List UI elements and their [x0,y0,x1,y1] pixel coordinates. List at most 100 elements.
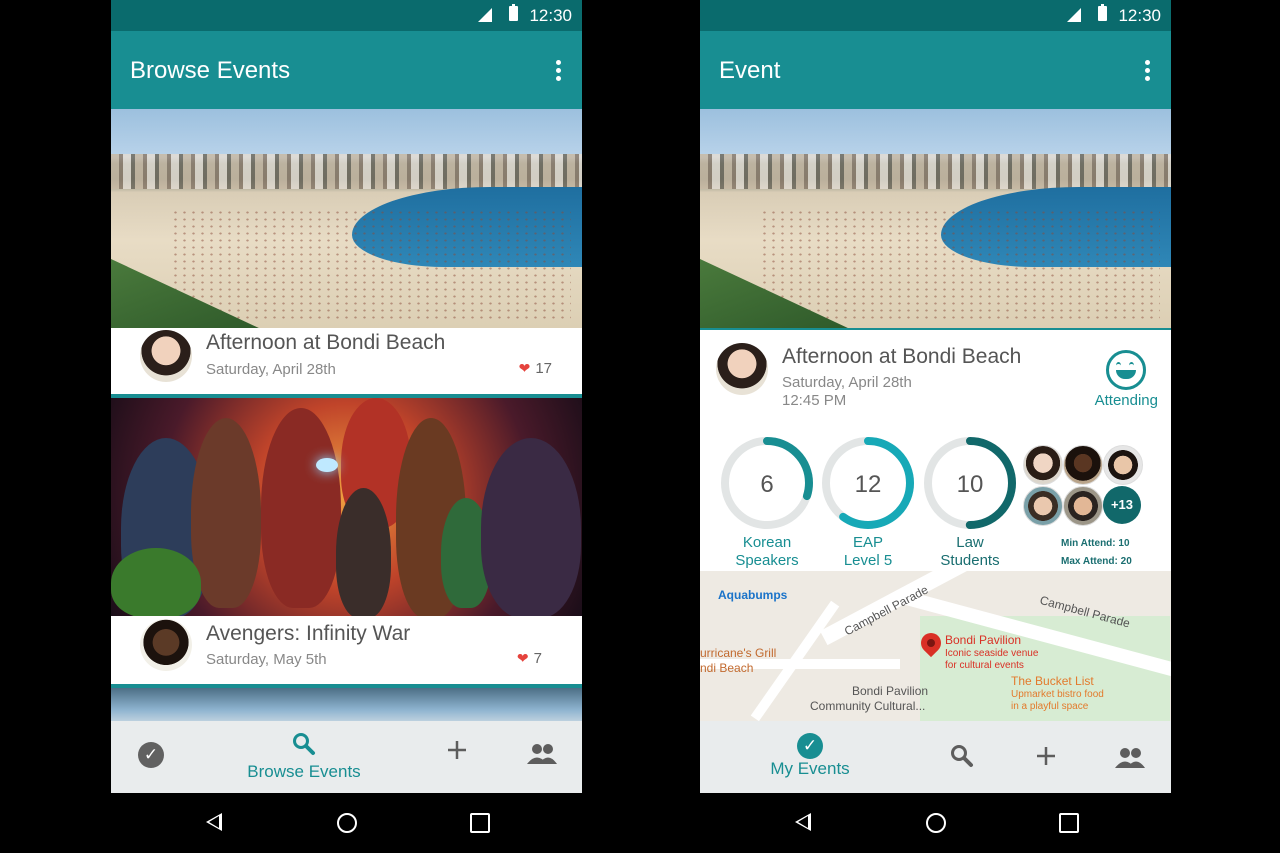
check-circle-icon: ✓ [797,733,823,759]
event-detail-screen: 12:30 Event Afternoon at Bondi Beach Sat… [700,0,1171,853]
nav-add-event[interactable] [1035,745,1057,772]
map-label: The Bucket List [1011,674,1094,688]
heart-icon: ❤ [518,360,531,376]
event-image-avengers[interactable] [111,398,582,616]
svg-text:6: 6 [760,471,773,498]
stat-label: Law Students [940,534,1000,569]
nav-people[interactable] [1115,747,1145,774]
event-date: Saturday, April 28th [206,361,336,378]
nav-browse-events[interactable] [949,743,975,774]
attendee-stats: 6 Korean Speakers 12 EAP Level 5 10 Law … [700,415,1171,572]
recent-apps-icon[interactable] [1059,813,1079,833]
avatar [1063,486,1103,526]
map-label: Upmarket bistro food [1011,689,1104,700]
avatar [1023,445,1063,485]
stat-eap-level-5[interactable]: 12 EAP Level 5 [818,435,918,570]
app-bar: Browse Events [111,31,582,109]
map-label: in a playful space [1011,701,1089,712]
like-count[interactable]: ❤ 7 [517,650,542,667]
event-date: Saturday, April 28th [782,374,912,391]
status-bar: 12:30 [111,0,582,31]
map-label: for cultural events [945,660,1024,671]
avatar[interactable] [716,343,768,395]
nav-people[interactable] [527,743,557,770]
avatar [1103,445,1143,485]
home-icon[interactable] [926,813,946,833]
event-date: Saturday, May 5th [206,651,327,668]
signal-icon [478,8,492,22]
event-image-bondi [700,109,1171,328]
bottom-navigation: ✓ My Events [700,721,1171,793]
system-navigation-bar [111,793,582,853]
stat-label: EAP Level 5 [843,534,893,569]
signal-icon [1067,8,1081,22]
more-options-icon[interactable] [1145,60,1151,82]
nav-my-events[interactable]: ✓ [138,742,164,768]
system-navigation-bar [700,793,1171,853]
plus-icon [1037,747,1055,765]
avatar [140,330,192,382]
avatar [1063,445,1103,485]
nav-label: My Events [770,759,850,778]
app-bar: Event [700,31,1171,109]
status-time: 12:30 [1118,6,1161,25]
map-label: Campbell Parade [842,582,931,639]
stat-label: Korean Speakers [735,534,799,569]
min-attend: Min Attend: 10 [1061,538,1130,549]
battery-icon [509,4,518,21]
progress-ring: 12 [822,437,914,529]
svg-text:12: 12 [855,471,882,498]
back-icon[interactable] [795,813,811,831]
max-attend: Max Attend: 20 [1061,556,1132,567]
event-map[interactable]: Aquabumps Campbell Parade Campbell Parad… [700,571,1171,721]
like-count[interactable]: ❤ 17 [519,360,552,377]
home-icon[interactable] [337,813,357,833]
back-icon[interactable] [206,813,222,831]
heart-icon: ❤ [516,650,529,666]
event-image-partial[interactable] [111,688,582,721]
bottom-navigation: ✓ Browse Events [111,721,582,793]
map-label: Iconic seaside venue [945,648,1039,659]
attending-label: Attending [1094,392,1158,409]
map-label: Bondi Pavilion [945,633,1022,647]
more-options-icon[interactable] [556,60,562,82]
check-circle-icon: ✓ [138,742,164,768]
battery-icon [1098,4,1107,21]
progress-ring: 6 [721,437,813,529]
avatar [1023,486,1063,526]
event-time: 12:45 PM [782,392,847,409]
status-bar: 12:30 [700,0,1171,31]
page-title: Browse Events [130,57,291,84]
svg-text:10: 10 [957,471,984,498]
page-title: Event [719,57,781,84]
map-label: Community Cultural... [810,699,926,713]
event-image-bondi[interactable] [111,109,582,328]
attending-button[interactable]: Attending [1095,350,1158,409]
stat-law-students[interactable]: 10 Law Students [920,435,1020,570]
people-icon [1115,748,1145,768]
event-detail: Afternoon at Bondi Beach Saturday, April… [700,109,1171,721]
event-card-info[interactable]: Afternoon at Bondi Beach Saturday, April… [111,328,582,394]
event-header: Afternoon at Bondi Beach Saturday, April… [700,328,1171,417]
event-title: Avengers: Infinity War [206,622,411,645]
nav-my-events[interactable]: ✓ My Events [755,733,865,779]
event-card-info[interactable]: Avengers: Infinity War Saturday, May 5th… [111,616,582,684]
avatar [140,619,192,671]
search-icon [951,745,973,767]
map-label: Bondi Pavilion [852,684,929,698]
nav-add-event[interactable] [446,739,468,766]
recent-apps-icon[interactable] [470,813,490,833]
stat-korean-speakers[interactable]: 6 Korean Speakers [717,435,817,570]
map-label: ndi Beach [700,661,754,675]
people-icon [527,744,557,764]
nav-label: Browse Events [247,762,361,781]
event-list[interactable]: Afternoon at Bondi Beach Saturday, April… [111,109,582,721]
plus-icon [448,741,466,759]
event-title: Afternoon at Bondi Beach [782,345,1022,368]
more-attendees-badge[interactable]: +13 [1103,486,1141,524]
event-title: Afternoon at Bondi Beach [206,331,446,354]
browse-events-screen: 12:30 Browse Events Afternoon at Bondi B… [111,0,582,853]
map-label: Aquabumps [718,588,788,602]
progress-ring: 10 [924,437,1016,529]
nav-browse-events[interactable]: Browse Events [244,731,364,782]
